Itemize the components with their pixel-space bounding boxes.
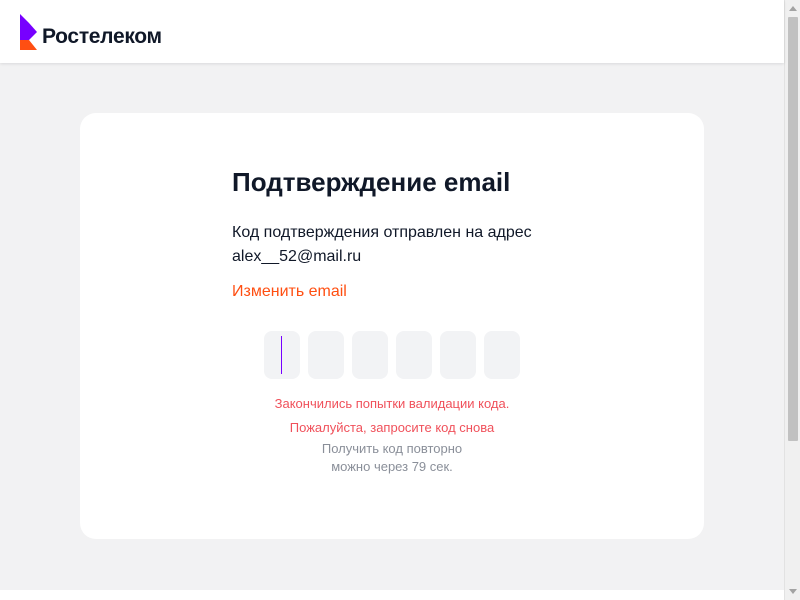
page-footer-strip: [0, 590, 784, 600]
code-digit-input[interactable]: [308, 331, 344, 379]
rostelecom-logo-icon: [20, 14, 37, 50]
scroll-down-arrow-icon[interactable]: [785, 583, 800, 600]
code-digit-input[interactable]: [440, 331, 476, 379]
email-confirmation-card: Подтверждение email Код подтверждения от…: [80, 113, 704, 539]
brand-name: Ростелеком: [42, 24, 162, 48]
scroll-up-arrow-icon[interactable]: [785, 0, 800, 17]
validation-error-message: Закончились попытки валидации кода.: [274, 396, 510, 411]
resend-code-label: Получить код повторно: [321, 441, 463, 456]
code-digit-input[interactable]: [264, 331, 300, 379]
email-address: alex__52@mail.ru: [232, 248, 362, 265]
change-email-link[interactable]: Изменить email: [232, 283, 347, 301]
code-digit-input[interactable]: [484, 331, 520, 379]
vertical-scrollbar[interactable]: [784, 0, 800, 600]
code-input-group: [264, 331, 520, 379]
code-digit-input[interactable]: [352, 331, 388, 379]
request-code-again-message: Пожалуйста, запросите код снова: [289, 420, 495, 435]
confirmation-description: Код подтверждения отправлен на адрес ale…: [232, 221, 532, 269]
page-title: Подтверждение email: [232, 167, 511, 197]
text-caret: [281, 336, 282, 374]
brand-logo[interactable]: Ростелеком: [19, 14, 162, 50]
code-digit-input[interactable]: [396, 331, 432, 379]
page-header: Ростелеком: [0, 0, 784, 63]
resend-countdown: можно через 79 сек.: [331, 459, 453, 474]
description-text: Код подтверждения отправлен на адрес: [232, 224, 532, 241]
scrollbar-thumb[interactable]: [788, 17, 798, 441]
